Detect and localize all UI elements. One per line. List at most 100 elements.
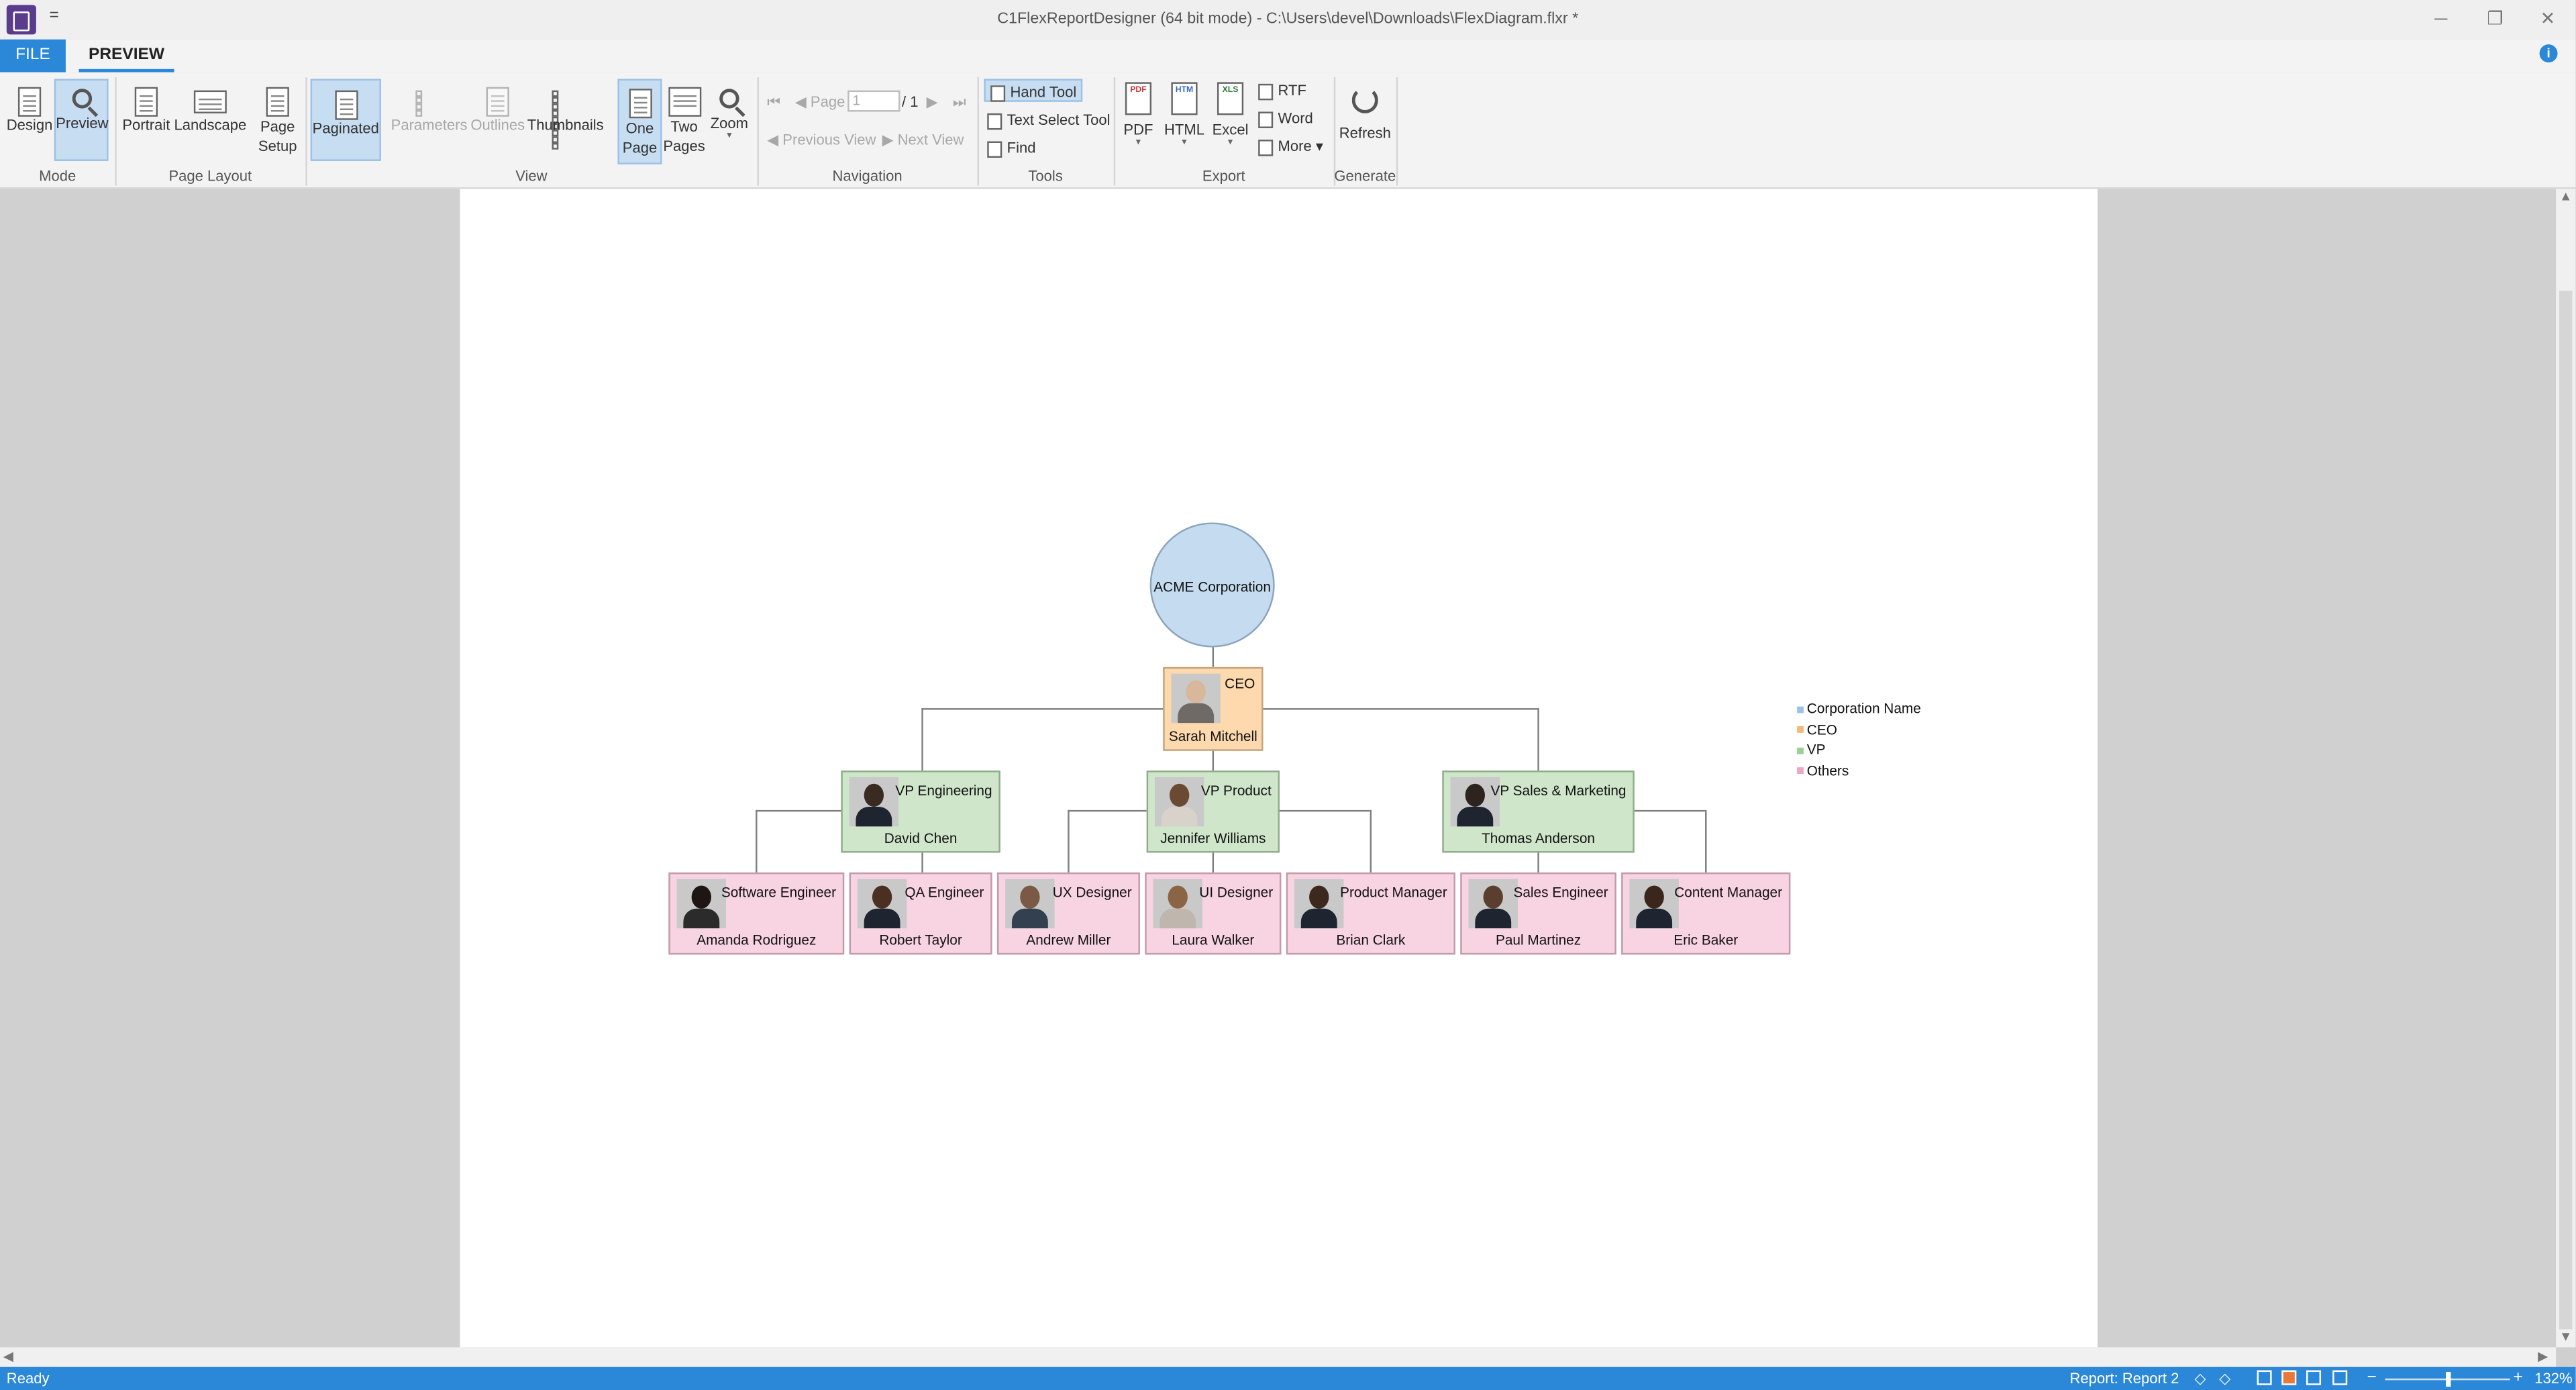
- page-label: Page: [810, 93, 845, 111]
- paginated-button[interactable]: Paginated: [310, 79, 381, 161]
- word-label: Word: [1278, 110, 1313, 127]
- more-label: More: [1278, 138, 1312, 155]
- scroll-right-icon[interactable]: ▶: [2538, 1349, 2548, 1364]
- export-more-button[interactable]: More ▾: [1258, 135, 1323, 158]
- refresh-label: Refresh: [1339, 125, 1391, 142]
- zoom-label: Zoom: [710, 115, 749, 132]
- connector-line: [1705, 809, 1707, 873]
- fit-width-icon[interactable]: ◇: [2195, 1367, 2206, 1390]
- vertical-scroll-thumb[interactable]: [2559, 291, 2573, 1330]
- find-button[interactable]: Find: [987, 136, 1036, 159]
- hand-tool-button[interactable]: Hand Tool: [984, 79, 1084, 102]
- first-page-button[interactable]: ⏮: [767, 91, 780, 113]
- group-label-tools: Tools: [1028, 167, 1063, 185]
- text-select-tool-button[interactable]: Text Select Tool: [987, 109, 1111, 132]
- two-page-view-icon[interactable]: [2306, 1370, 2322, 1385]
- preview-icon: [71, 89, 91, 109]
- landscape-label: Landscape: [174, 116, 247, 134]
- window-title: C1FlexReportDesigner (64 bit mode) - C:\…: [997, 9, 1579, 28]
- zoom-dropdown-icon: ▾: [727, 131, 732, 142]
- employee-photo: [1153, 879, 1202, 929]
- node-role: Product Manager: [1340, 884, 1447, 901]
- last-page-button[interactable]: ⏭: [953, 91, 966, 113]
- design-button[interactable]: Design: [5, 81, 54, 160]
- node-name: Sarah Mitchell: [1168, 728, 1257, 744]
- grid-view-icon[interactable]: [2332, 1370, 2348, 1385]
- zoom-slider-thumb[interactable]: [2446, 1372, 2451, 1387]
- page-number-input[interactable]: 1: [847, 90, 900, 112]
- portrait-label: Portrait: [122, 116, 170, 134]
- export-pdf-button[interactable]: PDF PDF ▾: [1119, 82, 1158, 164]
- connector-line: [1068, 809, 1070, 873]
- ribbon: Design Preview Mode Portrait Landscape P…: [0, 72, 2576, 189]
- html-label: HTML: [1164, 121, 1204, 138]
- connector-line: [1068, 809, 1149, 812]
- zoom-out-icon[interactable]: −: [2367, 1367, 2377, 1390]
- fit-page-icon[interactable]: ◇: [2219, 1367, 2230, 1390]
- node-role: CEO: [1225, 675, 1255, 692]
- outlines-label: Outlines: [470, 116, 525, 134]
- connector-line: [1212, 647, 1215, 667]
- tab-file[interactable]: FILE: [0, 39, 66, 72]
- portrait-button[interactable]: Portrait: [118, 81, 174, 160]
- vp-node: VP Engineering David Chen: [841, 771, 1000, 853]
- vp-node: VP Product Jennifer Williams: [1146, 771, 1280, 853]
- parameters-button[interactable]: Parameters: [391, 81, 468, 160]
- connector-line: [1537, 851, 1539, 873]
- tab-preview[interactable]: PREVIEW: [79, 40, 174, 72]
- html-dropdown-icon: ▾: [1182, 138, 1187, 148]
- outlines-button[interactable]: Outlines: [468, 81, 527, 160]
- thumbnails-button[interactable]: Thumbnails: [527, 81, 604, 160]
- one-page-button[interactable]: One Page: [617, 79, 662, 164]
- node-name: Thomas Anderson: [1482, 830, 1595, 846]
- rtf-label: RTF: [1278, 82, 1307, 99]
- export-excel-button[interactable]: XLS Excel ▾: [1210, 82, 1250, 164]
- horizontal-scrollbar[interactable]: ◀ ▶: [0, 1347, 2557, 1367]
- portrait-icon: [134, 87, 158, 117]
- connector-line: [756, 809, 843, 812]
- two-pages-label-1: Two: [670, 118, 698, 135]
- single-page-view-icon[interactable]: [2257, 1370, 2272, 1385]
- maximize-button[interactable]: ❐: [2471, 5, 2520, 34]
- scroll-down-icon[interactable]: ▼: [2559, 1329, 2572, 1344]
- group-label-generate: Generate: [1334, 167, 1396, 185]
- node-role: QA Engineer: [905, 884, 984, 901]
- refresh-button[interactable]: Refresh: [1337, 82, 1393, 161]
- connector-line: [1537, 708, 1539, 771]
- two-pages-button[interactable]: Two Pages: [662, 81, 707, 162]
- node-role: Software Engineer: [721, 884, 837, 901]
- zoom-button[interactable]: Zoom ▾: [707, 81, 753, 162]
- node-role: Sales Engineer: [1513, 884, 1608, 901]
- close-button[interactable]: ✕: [2523, 5, 2572, 34]
- zoom-in-icon[interactable]: +: [2513, 1367, 2522, 1390]
- next-view-button[interactable]: ▶ Next View: [882, 128, 964, 151]
- scroll-left-icon[interactable]: ◀: [3, 1349, 13, 1364]
- ribbon-separator: [1396, 77, 1398, 186]
- page-setup-label-1: Page: [260, 118, 295, 135]
- employee-photo: [1629, 879, 1679, 929]
- info-icon[interactable]: i: [2539, 44, 2558, 63]
- report-name: Report: Report 2: [2069, 1370, 2179, 1387]
- page-setup-label-2: Setup: [258, 138, 297, 155]
- continuous-view-icon[interactable]: [2281, 1370, 2297, 1385]
- landscape-button[interactable]: Landscape: [174, 81, 246, 160]
- title-bar: = C1FlexReportDesigner (64 bit mode) - C…: [0, 0, 2576, 40]
- node-role: Content Manager: [1674, 884, 1783, 901]
- export-word-button[interactable]: Word: [1258, 107, 1313, 130]
- export-rtf-button[interactable]: RTF: [1258, 79, 1306, 102]
- previous-view-button[interactable]: ◀ Previous View: [767, 128, 876, 151]
- next-page-button[interactable]: ▶: [927, 91, 938, 113]
- legend-item: VP: [1797, 740, 1921, 760]
- minimize-button[interactable]: ─: [2416, 5, 2465, 34]
- vertical-scrollbar[interactable]: ▲ ▼: [2556, 189, 2576, 1348]
- export-html-button[interactable]: HTM HTML ▾: [1160, 82, 1208, 164]
- node-role: UI Designer: [1199, 884, 1274, 901]
- previous-page-button[interactable]: ◀ Page: [795, 91, 845, 113]
- employee-node: Product Manager Brian Clark: [1286, 872, 1455, 955]
- thumbnails-label: Thumbnails: [527, 116, 604, 134]
- one-page-icon: [628, 89, 652, 119]
- legend-label: Others: [1806, 761, 1849, 779]
- preview-button[interactable]: Preview: [54, 79, 109, 161]
- page-setup-button[interactable]: Page Setup: [252, 81, 304, 162]
- scroll-up-icon[interactable]: ▲: [2559, 189, 2572, 204]
